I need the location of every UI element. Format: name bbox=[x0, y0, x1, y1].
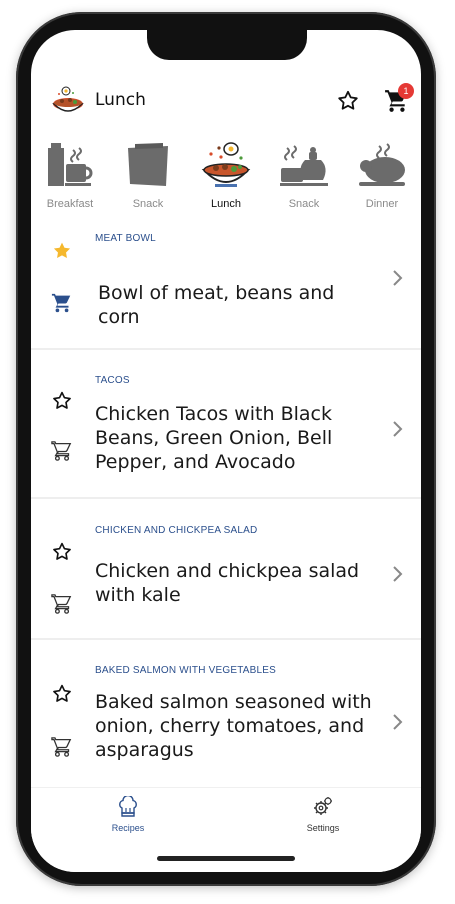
recipe-title: Chicken and chickpea salad with kale bbox=[95, 560, 360, 606]
lunch-bowl-icon bbox=[201, 142, 251, 187]
recipe-card[interactable]: MEAT BOWL Bowl of meat, beans and corn bbox=[31, 226, 421, 350]
breakfast-icon bbox=[48, 143, 93, 186]
favorite-star-icon[interactable] bbox=[51, 390, 73, 412]
meal-lunch[interactable]: Lunch bbox=[187, 140, 265, 214]
favorites-star-icon[interactable] bbox=[336, 89, 360, 113]
app-screen: Lunch 1 Breakfast Snack Lunch Snack Dinn… bbox=[31, 30, 421, 872]
recipe-title: Bowl of meat, beans and corn bbox=[98, 282, 335, 328]
food-bowl-icon bbox=[52, 86, 84, 112]
meal-selector: Breakfast Snack Lunch Snack Dinner bbox=[31, 140, 421, 214]
meal-snack-1[interactable]: Snack bbox=[109, 140, 187, 214]
recipe-card[interactable]: CHICKEN AND CHICKPEA SALAD Chicken and c… bbox=[31, 499, 421, 640]
tab-label: Recipes bbox=[111, 823, 145, 833]
tab-label: Settings bbox=[306, 823, 340, 833]
favorite-star-icon[interactable] bbox=[51, 683, 73, 705]
add-to-cart-icon[interactable] bbox=[51, 593, 73, 615]
header: Lunch 1 bbox=[31, 80, 421, 124]
tea-snack-icon bbox=[280, 145, 328, 186]
gears-icon bbox=[314, 797, 332, 815]
meal-label: Lunch bbox=[211, 198, 241, 210]
tab-recipes[interactable]: Recipes bbox=[78, 796, 178, 836]
add-to-cart-icon[interactable] bbox=[51, 440, 73, 462]
favorite-star-icon[interactable] bbox=[51, 240, 73, 262]
meal-breakfast[interactable]: Breakfast bbox=[31, 140, 109, 214]
add-to-cart-icon[interactable] bbox=[51, 292, 73, 314]
meal-label: Snack bbox=[132, 198, 164, 210]
dinner-icon bbox=[359, 143, 405, 186]
chef-hat-icon bbox=[119, 796, 137, 817]
meal-label: Dinner bbox=[365, 198, 399, 210]
recipe-card[interactable]: BAKED SALMON WITH VEGETABLES Baked salmo… bbox=[31, 640, 421, 787]
add-to-cart-icon[interactable] bbox=[51, 736, 73, 758]
chevron-right-icon[interactable] bbox=[390, 713, 404, 731]
chevron-right-icon[interactable] bbox=[390, 269, 404, 287]
recipe-card[interactable]: TACOS Chicken Tacos with Black Beans, Gr… bbox=[31, 350, 421, 499]
tab-settings[interactable]: Settings bbox=[273, 796, 373, 836]
recipe-category: MEAT BOWL bbox=[95, 233, 156, 244]
recipe-title: Chicken Tacos with Black Beans, Green On… bbox=[95, 403, 333, 473]
chevron-right-icon[interactable] bbox=[390, 420, 404, 438]
home-indicator bbox=[157, 856, 295, 861]
meal-snack-2[interactable]: Snack bbox=[265, 140, 343, 214]
recipe-category: TACOS bbox=[95, 375, 130, 386]
recipe-title: Baked salmon seasoned with onion, cherry… bbox=[95, 691, 372, 761]
chevron-right-icon[interactable] bbox=[390, 565, 404, 583]
meal-label: Snack bbox=[288, 198, 320, 210]
favorite-star-icon[interactable] bbox=[51, 541, 73, 563]
page-title: Lunch bbox=[95, 90, 146, 110]
snack-icon bbox=[128, 143, 168, 186]
recipe-category: BAKED SALMON WITH VEGETABLES bbox=[95, 665, 277, 676]
meal-label: Breakfast bbox=[46, 198, 94, 210]
meal-dinner[interactable]: Dinner bbox=[343, 140, 421, 214]
notch bbox=[147, 26, 307, 60]
recipe-category: CHICKEN AND CHICKPEA SALAD bbox=[95, 525, 258, 536]
cart-count-badge: 1 bbox=[398, 83, 414, 99]
